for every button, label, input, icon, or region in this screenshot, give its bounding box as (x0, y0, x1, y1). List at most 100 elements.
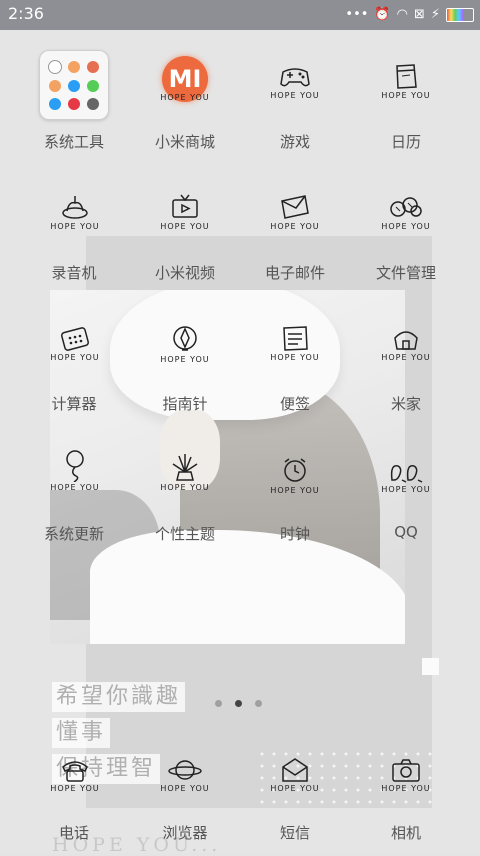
calculator-icon (61, 327, 89, 351)
hope-caption: HOPE YOU (381, 784, 431, 793)
wifi-icon: ◠ (396, 7, 408, 22)
home-icon (394, 331, 418, 350)
hope-caption: HOPE YOU (381, 353, 431, 362)
wallpaper-white-square (422, 658, 439, 675)
app-label-mi-store: 小米商城 (154, 133, 215, 151)
app-mi-video[interactable]: HOPE YOU (145, 193, 225, 253)
dock-label-phone: 电话 (58, 824, 89, 842)
app-label-calculator: 计算器 (51, 395, 97, 413)
calendar-icon (396, 64, 417, 89)
app-label-notes: 便签 (279, 395, 310, 413)
folder-mini-icon (67, 98, 80, 110)
dock-label-browser: 浏览器 (162, 824, 208, 842)
app-label-email: 电子邮件 (264, 264, 325, 282)
app-game[interactable]: HOPE YOU (255, 62, 335, 122)
qq-icon (390, 465, 423, 483)
alarm-clock-icon (284, 458, 306, 482)
app-calculator[interactable]: HOPE YOU (35, 324, 115, 384)
app-compass[interactable]: HOPE YOU (145, 324, 225, 384)
dock-messages[interactable]: HOPE YOU (255, 757, 335, 817)
battery-icon (446, 8, 474, 22)
app-qq[interactable]: HOPE YOU (366, 460, 446, 520)
app-label-calendar: 日历 (390, 133, 421, 151)
app-recorder[interactable]: HOPE YOU (35, 193, 115, 253)
hope-caption: HOPE YOU (270, 784, 320, 793)
page-dot-active[interactable] (235, 700, 242, 707)
app-label-themes: 个性主题 (154, 525, 215, 543)
hope-caption: HOPE YOU (160, 222, 210, 231)
app-label-compass: 指南针 (162, 395, 208, 413)
telephone-icon (62, 761, 88, 782)
dock-browser[interactable]: HOPE YOU (145, 757, 225, 817)
camera-icon (392, 759, 420, 782)
alarm-icon: ⏰ (374, 7, 391, 22)
clock-time: 2:36 (8, 4, 44, 23)
planet-icon (168, 760, 202, 780)
notepad-icon (283, 326, 308, 351)
app-mi-home[interactable]: HOPE YOU (366, 324, 446, 384)
app-label-game: 游戏 (279, 133, 310, 151)
folder-mini-icon (86, 61, 99, 73)
dock-camera[interactable]: HOPE YOU (366, 757, 446, 817)
dock-label-camera: 相机 (390, 824, 421, 842)
app-system-update[interactable]: HOPE YOU (35, 448, 115, 508)
quote-line-2: 懂事 (52, 718, 111, 748)
app-calendar[interactable]: HOPE YOU (366, 62, 446, 122)
folder-mini-icon (67, 80, 80, 92)
files-icon (390, 197, 422, 217)
app-email[interactable]: HOPE YOU (255, 193, 335, 253)
recorder-icon (62, 196, 88, 219)
hope-caption: HOPE YOU (270, 353, 320, 362)
system-tools-folder[interactable] (39, 50, 109, 120)
hope-caption: HOPE YOU (160, 355, 210, 364)
folder-mini-icon (49, 98, 62, 110)
hope-caption: HOPE YOU (270, 486, 320, 495)
app-label-mi-home: 米家 (390, 395, 421, 413)
hope-caption: HOPE YOU (160, 483, 210, 492)
folder-mini-icon (67, 61, 80, 73)
no-sim-icon: ⊠ (413, 7, 425, 22)
app-label-qq: QQ (394, 523, 418, 541)
envelope-icon (281, 195, 309, 219)
status-bar: 2:36 ••• ⏰ ◠ ⊠ ⚡ (0, 0, 480, 30)
app-themes[interactable]: HOPE YOU (145, 452, 225, 512)
hope-caption: HOPE YOU (160, 93, 210, 102)
hope-caption: HOPE YOU (270, 222, 320, 231)
folder-mini-icon (48, 60, 63, 74)
folder-mini-icon (86, 98, 99, 110)
hope-caption: HOPE YOU (381, 222, 431, 231)
gamepad-icon (280, 68, 310, 87)
hope-caption: HOPE YOU (381, 485, 431, 494)
charging-icon: ⚡ (430, 7, 440, 22)
app-label-clock: 时钟 (279, 525, 310, 543)
folder-mini-icon (49, 80, 62, 92)
hope-caption: HOPE YOU (381, 91, 431, 100)
status-icons: ••• ⏰ ◠ ⊠ ⚡ (345, 6, 474, 24)
app-label-mi-video: 小米视频 (154, 264, 215, 282)
dock-label-messages: 短信 (279, 824, 310, 842)
hope-caption: HOPE YOU (50, 222, 100, 231)
message-envelope-icon (282, 758, 308, 782)
hope-caption: HOPE YOU (50, 784, 100, 793)
page-dot[interactable] (215, 700, 222, 707)
app-label-recorder: 录音机 (51, 264, 97, 282)
app-notes[interactable]: HOPE YOU (255, 324, 335, 384)
balloon-icon (66, 450, 84, 482)
app-label-system-tools: 系统工具 (43, 133, 104, 151)
plant-icon (172, 454, 198, 481)
page-dot[interactable] (255, 700, 262, 707)
tv-icon (172, 194, 198, 218)
page-indicator[interactable] (215, 700, 262, 707)
hope-caption: HOPE YOU (160, 784, 210, 793)
hope-caption: HOPE YOU (50, 483, 100, 492)
app-label-file-manager: 文件管理 (375, 264, 436, 282)
hope-caption: HOPE YOU (50, 353, 100, 362)
quote-line-1: 希望你識趣 (52, 682, 186, 712)
app-clock[interactable]: HOPE YOU (255, 455, 335, 515)
compass-icon (173, 326, 197, 351)
more-dots-icon: ••• (345, 7, 369, 22)
folder-mini-icon (86, 80, 99, 92)
app-file-manager[interactable]: HOPE YOU (366, 193, 446, 253)
dock-phone[interactable]: HOPE YOU (35, 757, 115, 817)
hope-caption: HOPE YOU (270, 91, 320, 100)
